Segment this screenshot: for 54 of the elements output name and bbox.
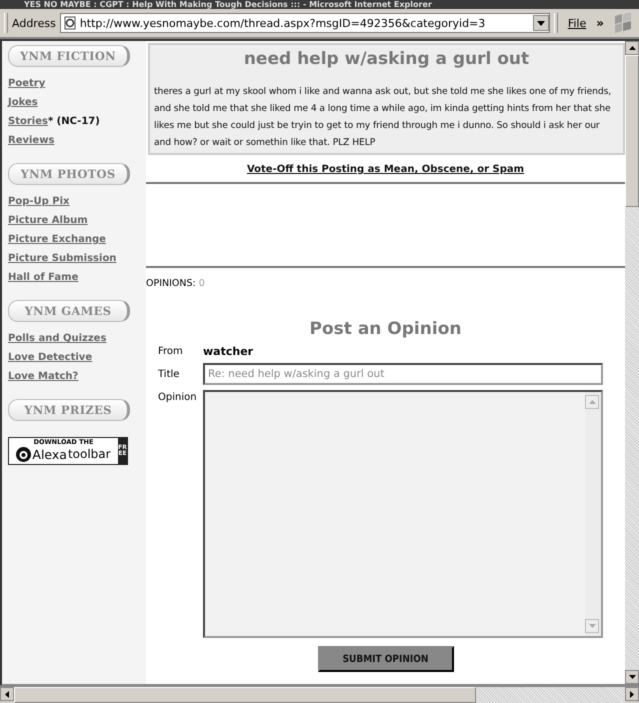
file-menu[interactable]: File: [562, 16, 592, 30]
sidebar-link[interactable]: Polls and Quizzes: [8, 333, 106, 344]
scroll-thumb[interactable]: [625, 55, 639, 207]
from-value: watcher: [203, 345, 254, 358]
flag-icon: [612, 12, 634, 34]
horizontal-scrollbar[interactable]: [0, 686, 639, 703]
address-field[interactable]: http://www.yesnomaybe.com/thread.aspx?msgID=492356&categoryid=3: [60, 13, 550, 33]
caret-icon: [536, 20, 545, 26]
sidebar-link[interactable]: Picture Submission: [8, 253, 116, 264]
sidebar-link[interactable]: Hall of Fame: [8, 272, 78, 283]
left-arrow-icon: [5, 690, 9, 698]
rating-note: * (NC-17): [48, 116, 100, 127]
sidebar-link[interactable]: Love Match?: [8, 371, 78, 382]
sidebar-link[interactable]: Picture Album: [8, 215, 88, 226]
form-heading: Post an Opinion: [308, 319, 462, 339]
section-heading: YNM PHOTOS: [8, 163, 130, 185]
sidebar-link[interactable]: Love Detective: [8, 352, 92, 363]
scroll-thumb[interactable]: [14, 687, 476, 703]
title-field[interactable]: Re: need help w/asking a gurl out: [203, 363, 603, 385]
page-icon: [62, 16, 77, 30]
vertical-scrollbar[interactable]: [625, 41, 639, 684]
address-label: Address: [12, 16, 56, 30]
opinions-label: OPINIONS:: [146, 278, 196, 289]
title-label: Title: [158, 368, 180, 380]
opinion-label: Opinion: [158, 392, 198, 403]
submit-button[interactable]: SUBMIT OPINION: [318, 646, 454, 672]
right-arrow-icon: [630, 690, 634, 698]
opinions-count: 0: [198, 278, 205, 289]
up-arrow-icon: [628, 46, 636, 50]
post-title: need help w/asking a gurl out: [242, 49, 530, 69]
more-button[interactable]: »: [596, 16, 604, 30]
sidebar-link[interactable]: Reviews: [8, 135, 54, 146]
vote-off-link[interactable]: Vote-Off this Posting as Mean, Obscene, or Spam: [246, 164, 524, 175]
sidebar-link[interactable]: Picture Exchange: [8, 234, 106, 245]
product-name: toolbar: [68, 447, 111, 462]
post-body: theres a gurl at my skool whom i like and wanna ask out, but she told me she likes one of my friends, and she told me that she liked me 4 a long time a while ago, im kinda getting hints from her that she likes me but she could just be tryin to get to my friend through me i dunno. So should i ask her our and how? or wait or somethin like that. PLZ HELP: [154, 85, 612, 150]
sidebar-link[interactable]: Pop-Up Pix: [8, 196, 70, 207]
section-heading: YNM PRIZES: [8, 399, 130, 421]
brand-name: Alexa: [32, 447, 67, 462]
sidebar-link[interactable]: Poetry: [8, 78, 46, 89]
dropdown-button[interactable]: [532, 15, 549, 31]
sidebar-link[interactable]: Jokes: [8, 97, 38, 108]
window-title: YES NO MAYBE : CGPT : Help With Making Tough Decisions ::: - Microsoft Internet Explorer: [24, 0, 432, 9]
from-label: From: [158, 346, 184, 357]
scrollbar[interactable]: [585, 392, 601, 636]
url-text: http://www.yesnomaybe.com/thread.aspx?msgID=492356&categoryid=3: [80, 16, 486, 30]
down-arrow-icon: [628, 675, 636, 679]
up-arrow-icon: [588, 400, 596, 404]
section-heading: YNM GAMES: [8, 300, 130, 322]
a-logo-icon: [16, 447, 32, 462]
opinion-field[interactable]: [203, 390, 603, 638]
sidebar-link[interactable]: Stories: [8, 116, 48, 127]
section-heading: YNM FICTION: [8, 45, 130, 67]
down-arrow-icon: [588, 624, 596, 628]
